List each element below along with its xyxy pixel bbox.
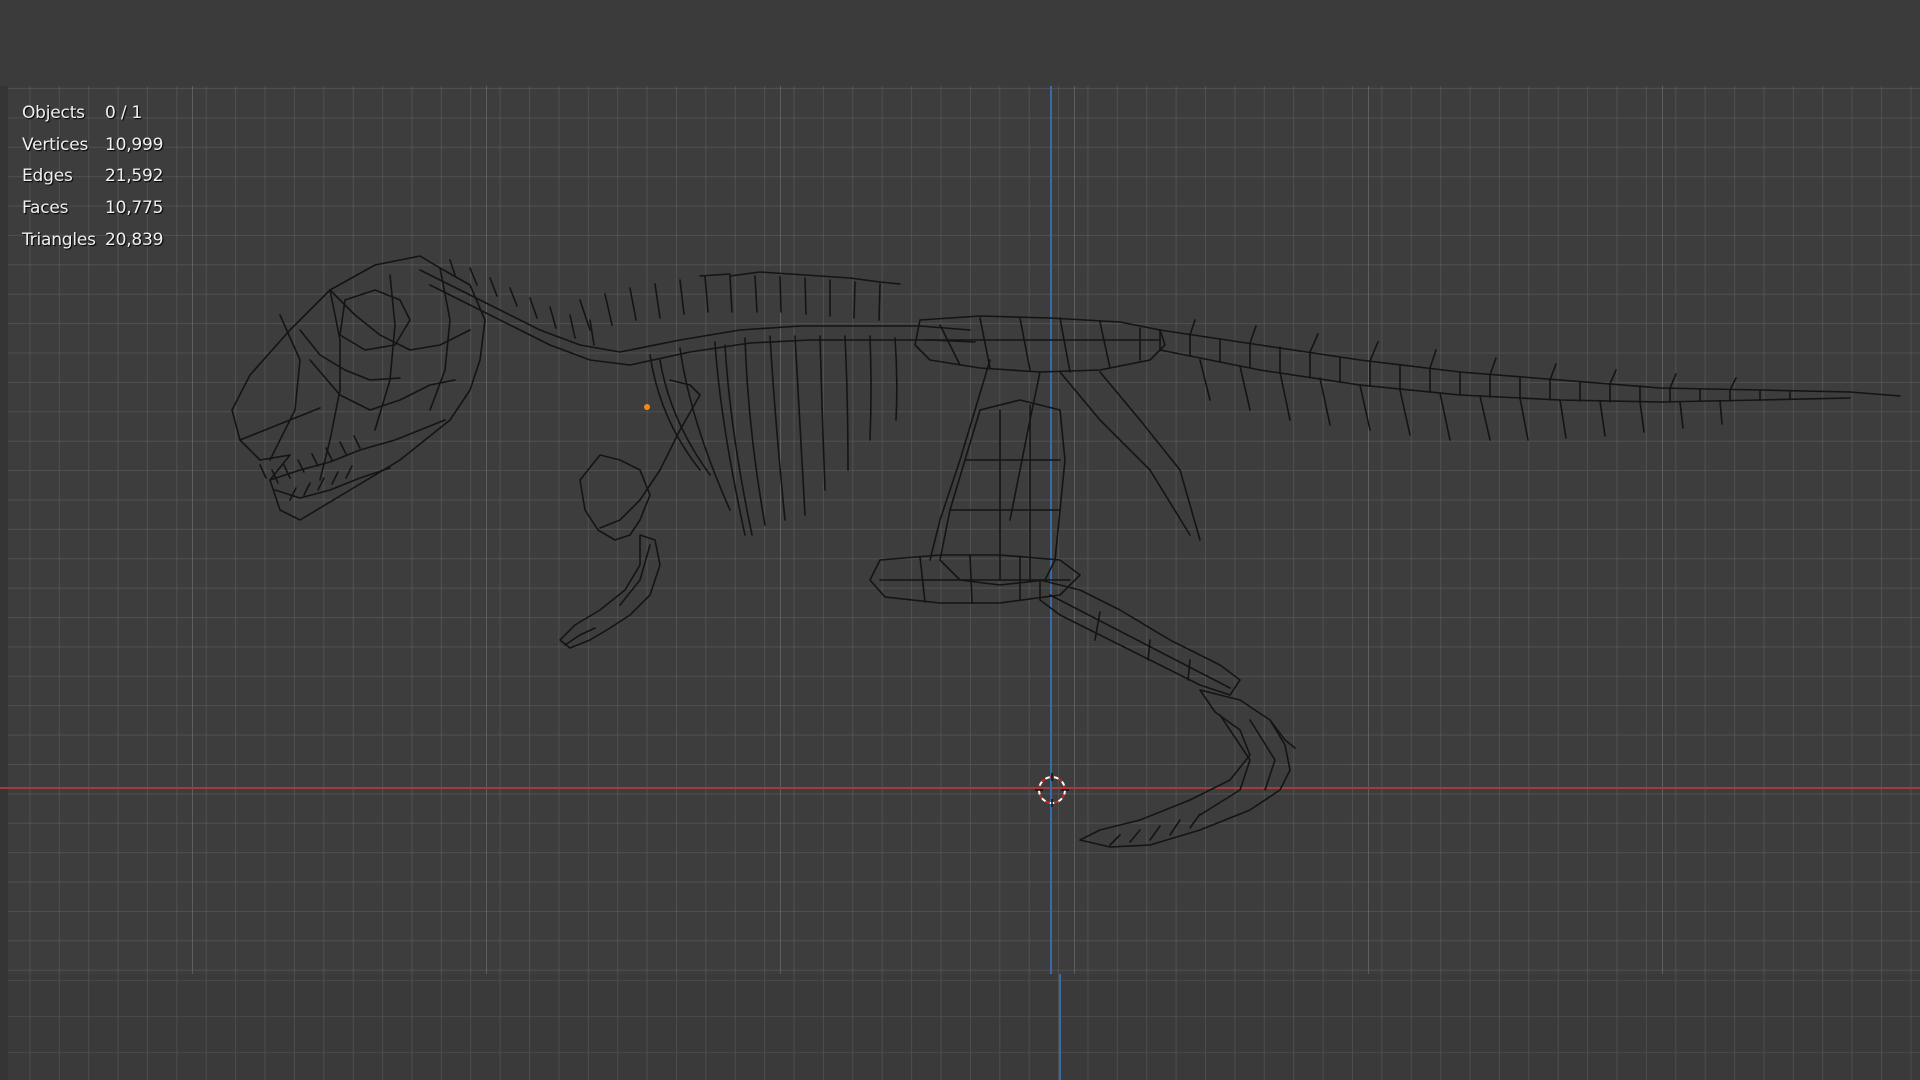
stat-value: 21,592 — [105, 166, 164, 187]
stat-label: Faces — [22, 198, 69, 219]
scene-statistics-overlay: Objects 0 / 1 Vertices 10,999 Edges 21,5… — [22, 98, 163, 256]
z-axis-line-timeline — [1059, 974, 1061, 1080]
header-bar — [0, 0, 1920, 86]
stat-row-triangles: Triangles 20,839 — [22, 225, 163, 257]
3d-cursor-icon[interactable] — [1035, 773, 1069, 807]
timeline-area[interactable] — [0, 974, 1920, 1080]
stat-label: Triangles — [22, 229, 96, 250]
viewport-left-edge — [0, 86, 8, 1080]
stat-row-faces: Faces 10,775 — [22, 193, 163, 225]
blender-window: Objects 0 / 1 Vertices 10,999 Edges 21,5… — [0, 0, 1920, 1080]
stat-label: Edges — [22, 166, 73, 187]
stat-label: Objects — [22, 103, 85, 123]
stat-row-edges: Edges 21,592 — [22, 161, 163, 193]
stat-value: 0 / 1 — [105, 103, 143, 123]
stat-value: 10,775 — [105, 198, 164, 219]
x-axis-line — [0, 787, 1920, 789]
stat-row-objects: Objects 0 / 1 — [22, 98, 163, 130]
stat-row-vertices: Vertices 10,999 — [22, 130, 163, 162]
z-axis-line — [1050, 86, 1052, 974]
3d-viewport[interactable] — [0, 86, 1920, 974]
stat-label: Vertices — [22, 134, 89, 155]
stat-value: 20,839 — [105, 229, 164, 250]
stat-value: 10,999 — [105, 134, 164, 155]
object-origin-icon[interactable] — [644, 404, 650, 410]
viewport-grid — [0, 86, 1920, 974]
